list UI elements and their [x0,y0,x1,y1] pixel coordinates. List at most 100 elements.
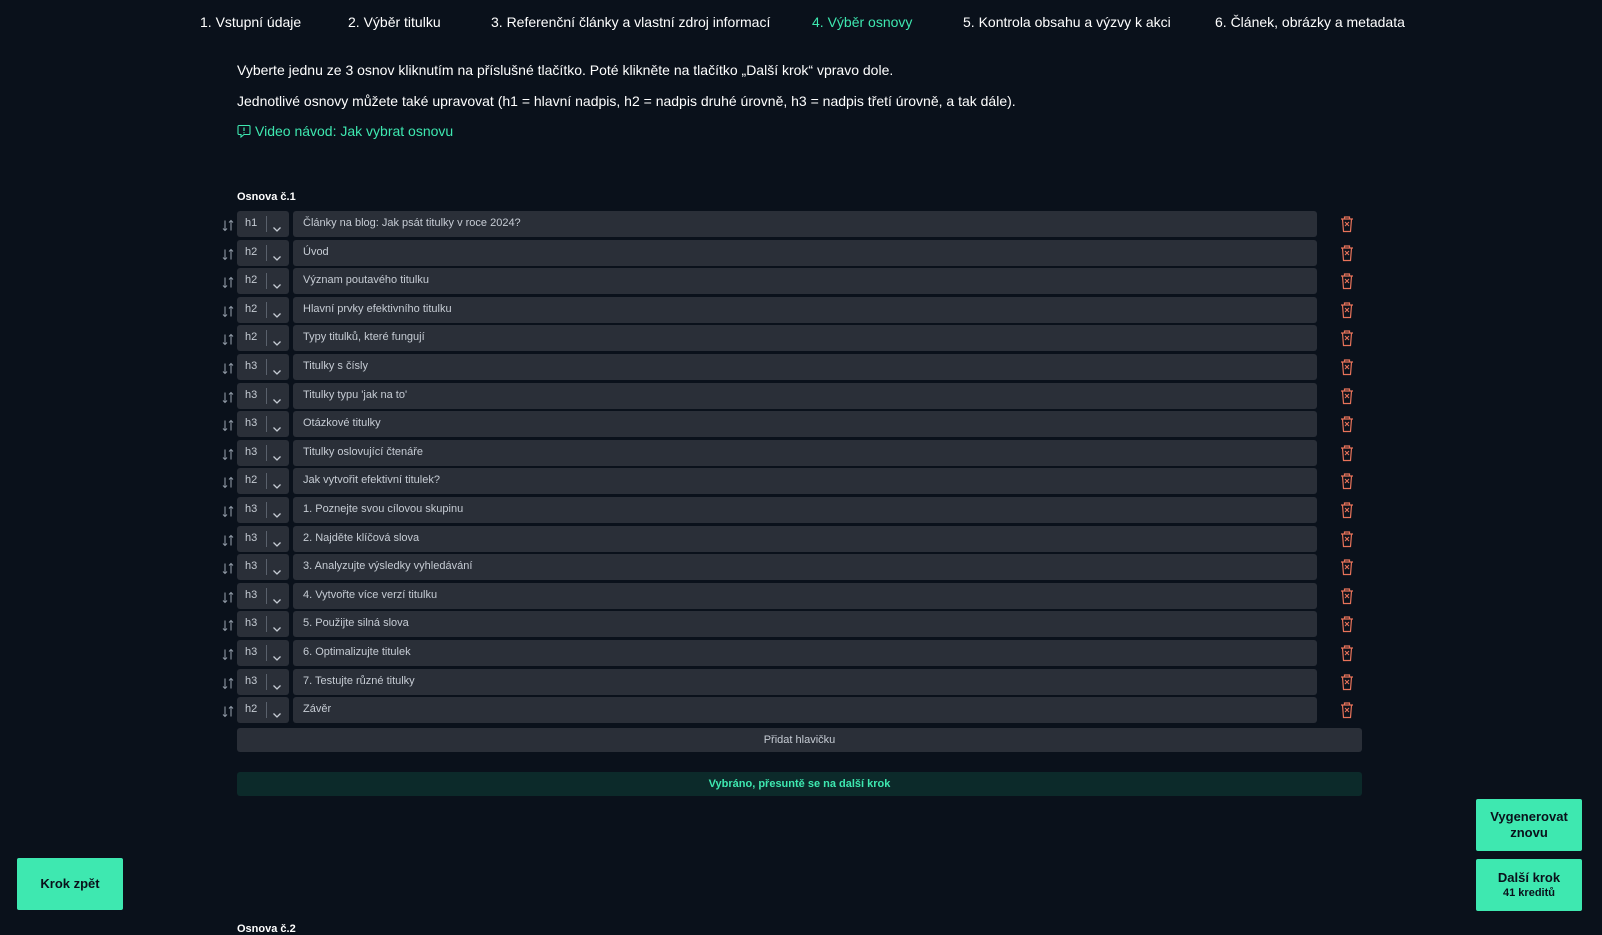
drag-handle-icon[interactable] [222,219,234,232]
heading-text-input[interactable]: Otázkové titulky [293,411,1317,438]
drag-handle-icon[interactable] [222,476,234,489]
heading-level-select[interactable]: h3 [237,411,289,438]
heading-text-input[interactable]: 3. Analyzujte výsledky vyhledávání [293,554,1317,581]
heading-level-value: h3 [245,445,258,458]
trash-icon[interactable] [1339,700,1355,720]
heading-text-input[interactable]: 1. Poznejte svou cílovou skupinu [293,496,1317,523]
drag-handle-icon[interactable] [222,305,234,318]
select-outline-button[interactable]: Vybráno, přesuntě se na další krok [237,772,1362,796]
heading-level-select[interactable]: h3 [237,611,289,638]
drag-handle-icon[interactable] [222,591,234,604]
trash-icon[interactable] [1339,300,1355,320]
heading-level-select[interactable]: h3 [237,382,289,409]
trash-icon[interactable] [1339,357,1355,377]
drag-handle-icon[interactable] [222,648,234,661]
step-2-tab[interactable]: 2. Výběr titulku [348,14,441,30]
drag-handle-icon[interactable] [222,248,234,261]
heading-text-input[interactable]: Význam poutavého titulku [293,268,1317,295]
heading-level-select[interactable]: h2 [237,468,289,495]
trash-icon[interactable] [1339,672,1355,692]
heading-level-value: h1 [245,217,258,229]
drag-handle-icon[interactable] [222,419,234,432]
trash-icon[interactable] [1339,643,1355,663]
heading-level-value: h3 [245,674,258,687]
trash-icon[interactable] [1339,471,1355,491]
trash-icon[interactable] [1339,243,1355,263]
step-6-tab[interactable]: 6. Článek, obrázky a metadata [1215,14,1405,30]
drag-handle-icon[interactable] [222,562,234,575]
back-button[interactable]: Krok zpět [17,858,123,910]
video-tutorial-link[interactable]: Video návod: Jak vybrat osnovu [237,123,453,139]
heading-level-select[interactable]: h3 [237,554,289,581]
regenerate-button-label: Vygenerovat znovu [1490,809,1568,840]
heading-text-input[interactable]: Titulky typu 'jak na to' [293,382,1317,409]
heading-text-input[interactable]: Titulky s čísly [293,353,1317,380]
outline-row: h2 Závěr [220,697,1370,726]
drag-handle-icon[interactable] [222,333,234,346]
drag-handle-icon[interactable] [222,534,234,547]
heading-text-input[interactable]: Titulky oslovující čtenáře [293,439,1317,466]
trash-icon[interactable] [1339,614,1355,634]
heading-level-select[interactable]: h2 [237,325,289,352]
heading-level-select[interactable]: h3 [237,439,289,466]
trash-icon[interactable] [1339,529,1355,549]
heading-level-select[interactable]: h2 [237,296,289,323]
step-4-tab[interactable]: 4. Výběr osnovy [812,14,912,30]
heading-text-value: Titulky s čísly [303,359,368,372]
heading-text-input[interactable]: Hlavní prvky efektivního titulku [293,296,1317,323]
trash-icon[interactable] [1339,586,1355,606]
heading-level-select[interactable]: h2 [237,239,289,266]
chevron-down-icon [272,678,282,690]
drag-handle-icon[interactable] [222,448,234,461]
heading-text-input[interactable]: Úvod [293,239,1317,266]
add-heading-button[interactable]: Přidat hlavičku [237,728,1362,752]
heading-text-value: Titulky oslovující čtenáře [303,445,424,458]
heading-level-select[interactable]: h2 [237,268,289,295]
drag-handle-icon[interactable] [222,619,234,632]
trash-icon[interactable] [1339,443,1355,463]
drag-handle-icon[interactable] [222,505,234,518]
trash-icon[interactable] [1339,271,1355,291]
drag-handle-icon[interactable] [222,705,234,718]
step-5-tab[interactable]: 5. Kontrola obsahu a výzvy k akci [963,14,1171,30]
heading-level-select[interactable]: h2 [237,697,289,724]
heading-level-select[interactable]: h3 [237,668,289,695]
heading-text-input[interactable]: 5. Použijte silná slova [293,611,1317,638]
heading-text-input[interactable]: 2. Najděte klíčová slova [293,525,1317,552]
chevron-down-icon [272,706,282,719]
chevron-down-icon [272,334,282,347]
drag-handle-icon[interactable] [222,677,234,690]
trash-icon[interactable] [1339,214,1355,234]
outline-1-rows: h1 Články na blog: Jak psát titulky v roc… [220,211,1370,726]
heading-text-input[interactable]: 7. Testujte různé titulky [293,668,1317,695]
trash-icon[interactable] [1339,557,1355,577]
heading-text-input[interactable]: Závěr [293,697,1317,724]
regenerate-button[interactable]: Vygenerovat znovu [1476,799,1582,851]
trash-icon[interactable] [1339,328,1355,348]
trash-icon[interactable] [1339,386,1355,406]
drag-handle-icon[interactable] [222,391,234,404]
heading-level-select[interactable]: h3 [237,496,289,523]
heading-level-select[interactable]: h1 [237,211,289,237]
heading-text-input[interactable]: Články na blog: Jak psát titulky v roce … [293,211,1317,237]
next-step-button[interactable]: Další krok 41 kreditů [1476,859,1582,911]
drag-handle-icon[interactable] [222,276,234,289]
outline-row: h3 3. Analyzujte výsledky vyhledávání [220,554,1370,583]
heading-text-value: Závěr [303,703,332,716]
step-1-tab[interactable]: 1. Vstupní údaje [200,14,301,30]
trash-icon[interactable] [1339,500,1355,520]
heading-level-value: h2 [245,331,258,344]
heading-text-input[interactable]: Jak vytvořit efektivní titulek? [293,468,1317,495]
drag-handle-icon[interactable] [222,362,234,375]
heading-text-input[interactable]: 4. Vytvořte více verzí titulku [293,582,1317,609]
step-3-tab[interactable]: 3. Referenční články a vlastní zdroj inf… [491,14,770,30]
trash-icon[interactable] [1339,414,1355,434]
heading-level-select[interactable]: h3 [237,353,289,380]
intro-instruction: Vyberte jednu ze 3 osnov kliknutím na př… [237,62,894,78]
heading-text-input[interactable]: 6. Optimalizujte titulek [293,639,1317,666]
heading-level-value: h3 [245,560,258,573]
heading-text-input[interactable]: Typy titulků, které fungují [293,325,1317,352]
heading-level-select[interactable]: h3 [237,639,289,666]
heading-level-select[interactable]: h3 [237,525,289,552]
heading-level-select[interactable]: h3 [237,582,289,609]
